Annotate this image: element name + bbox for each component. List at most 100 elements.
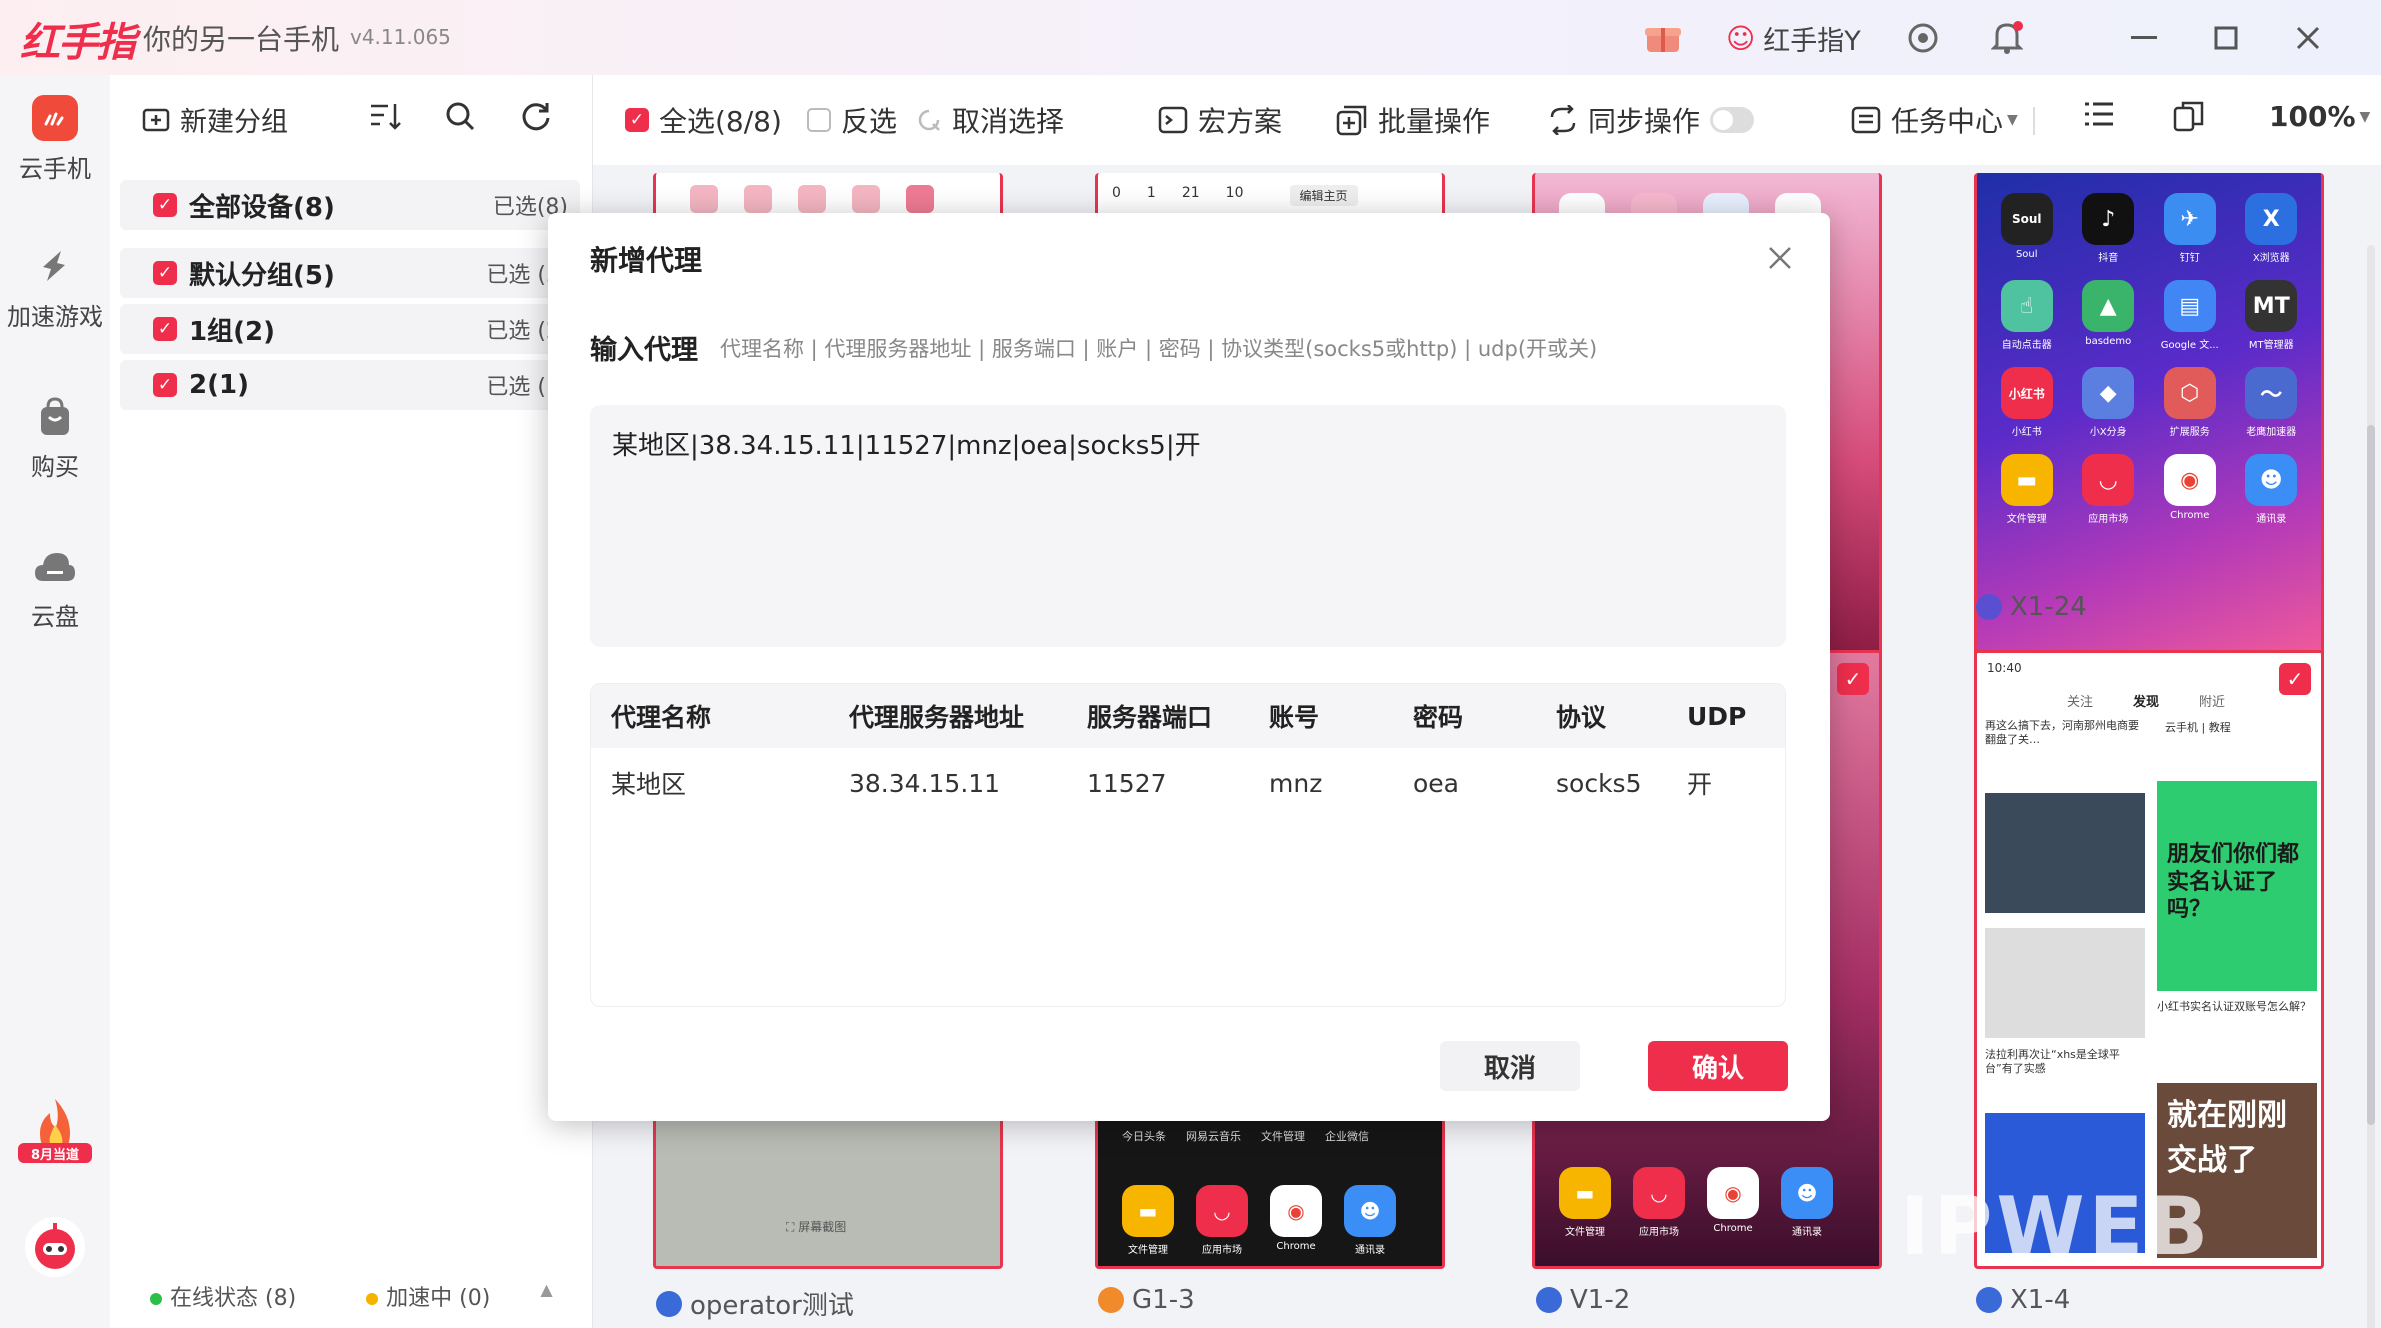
phone-thumb-x1-4[interactable]: ✓ 10:40 关注 发现 附近 再这么搞下去，河南那州电商要翻盘了关… 云手机…: [1974, 650, 2324, 1269]
batch-operation-button[interactable]: 批量操作: [1336, 100, 1490, 140]
app-icon: 小红书: [2000, 367, 2053, 419]
search-button[interactable]: [444, 100, 476, 132]
app-logo: 红手指: [20, 20, 136, 66]
checkbox-checked[interactable]: ✓: [153, 261, 177, 285]
feed-image: [1985, 928, 2145, 1038]
profile-stats: 0 1 21 10 编辑主页: [1098, 173, 1442, 218]
dock-app: ◡ 应用市场: [1196, 1185, 1248, 1256]
column-header: 代理名称: [611, 703, 712, 732]
select-all-checkbox[interactable]: ✓ 全选(8/8): [625, 100, 782, 140]
maximize-icon[interactable]: [2208, 18, 2244, 58]
app-tile: ◉ Chrome: [2154, 454, 2226, 525]
contacts-icon: ☻: [1781, 1167, 1833, 1219]
collapse-icon[interactable]: ▲: [540, 1280, 552, 1312]
rail-item-cloud-disk[interactable]: 云盘: [0, 545, 110, 632]
task-center-button[interactable]: 任务中心 ▼: [1851, 100, 2018, 140]
confirm-button[interactable]: 确认: [1648, 1041, 1788, 1091]
rail-item-cloud-phone[interactable]: 云手机: [0, 95, 110, 184]
rail-item-purchase[interactable]: 购买: [0, 395, 110, 482]
android-icon: [1098, 1287, 1124, 1313]
dropdown-caret-icon: ▼: [2007, 112, 2018, 128]
sync-toggle[interactable]: [1710, 107, 1755, 133]
app-name: 文件管理: [1261, 1130, 1305, 1143]
phone-label-g1-3: G1-3: [1098, 1285, 1195, 1315]
checkbox-checked[interactable]: ✓: [153, 193, 177, 217]
left-rail: 云手机 加速游戏 购买 云盘 8月当道: [0, 75, 110, 1328]
title-bar: 红手指 你的另一台手机 v4.11.065 ☺ 红手指Y: [0, 0, 2381, 75]
app-icon: [906, 185, 934, 213]
bell-icon[interactable]: [1987, 18, 2027, 58]
sync-operation-button[interactable]: 同步操作: [1548, 100, 1755, 140]
phone-name: G1-3: [1132, 1285, 1195, 1315]
stat-value: 21: [1181, 185, 1200, 201]
phone-thumb-g1-3[interactable]: 今日头条 网易云音乐 文件管理 企业微信 ▬ 文件管理 ◡ 应用市场 ◉ Chrome…: [1095, 1115, 1445, 1269]
dock-app: ▬ 文件管理: [1559, 1167, 1611, 1238]
chrome-icon: ◉: [1707, 1167, 1759, 1219]
assistant-avatar[interactable]: [0, 1215, 110, 1283]
dock: ▬ 文件管理 ◡ 应用市场 ◉ Chrome ☻ 通讯录: [1122, 1185, 1396, 1256]
group-default[interactable]: ✓ 默认分组(5) 已选 (5: [120, 248, 580, 298]
group-2[interactable]: ✓ 2(1) 已选 (1: [120, 360, 580, 410]
sort-icon: [371, 104, 401, 130]
group-1[interactable]: ✓ 1组(2) 已选 (2: [120, 304, 580, 354]
app-icon: ◆: [2082, 367, 2135, 419]
checkbox-checked[interactable]: ✓: [153, 373, 177, 397]
cancel-select-button[interactable]: 取消选择: [916, 100, 1064, 140]
macro-button[interactable]: 宏方案: [1158, 100, 1282, 140]
app-tile: ✈ 钉钉: [2154, 193, 2226, 264]
list-view-button[interactable]: [2083, 100, 2115, 128]
macro-label: 宏方案: [1198, 105, 1283, 138]
phone-selected-checkbox[interactable]: ✓: [1837, 663, 1869, 695]
sort-button[interactable]: [368, 100, 402, 132]
new-group-button[interactable]: 新建分组: [142, 100, 288, 139]
target-icon[interactable]: [1903, 18, 1943, 58]
cancel-button[interactable]: 取消: [1440, 1041, 1580, 1091]
user-menu[interactable]: ☺ 红手指Y: [1726, 18, 1861, 58]
proxy-input[interactable]: [590, 405, 1786, 647]
table-cell: oea: [1413, 768, 1459, 798]
multi-window-button[interactable]: [2173, 100, 2205, 132]
phone-selected-checkbox[interactable]: ✓: [2279, 663, 2311, 695]
dock-app: ☻ 通讯录: [1344, 1185, 1396, 1256]
app-name: 企业微信: [1325, 1130, 1369, 1143]
dialog-close-button[interactable]: [1768, 239, 1792, 279]
app-name: 文件管理: [2006, 514, 2047, 525]
column-header: 服务器端口: [1087, 703, 1213, 732]
robot-icon: [25, 1217, 85, 1277]
invert-select-checkbox[interactable]: 反选: [807, 100, 897, 140]
screenshot-label: ⛶ 屏幕截图: [786, 1220, 847, 1234]
task-icon: [1851, 106, 1881, 134]
gift-icon[interactable]: [1640, 18, 1686, 58]
user-name: 红手指Y: [1763, 25, 1861, 57]
group-all-devices[interactable]: ✓ 全部设备(8) 已选(8): [120, 180, 580, 230]
app-icon: ♪: [2082, 193, 2135, 245]
checkbox-checked[interactable]: ✓: [153, 317, 177, 341]
search-icon: [446, 102, 475, 131]
app-icon: ▤: [2163, 280, 2216, 332]
app-name: 通讯录: [2256, 514, 2287, 525]
scroll-thumb[interactable]: [2367, 425, 2375, 1125]
app-name-row: 今日头条 网易云音乐 文件管理 企业微信: [1098, 1118, 1442, 1144]
app-tile: X X浏览器: [2236, 193, 2308, 264]
promo-badge[interactable]: 8月当道: [0, 1095, 110, 1165]
rail-item-game-boost[interactable]: 加速游戏: [0, 245, 110, 332]
app-name: 今日头条: [1122, 1130, 1166, 1143]
app-icon: [744, 185, 772, 213]
phone-name: operator测试: [690, 1291, 854, 1321]
stat-value: 1: [1146, 185, 1156, 201]
minimize-icon[interactable]: [2126, 18, 2162, 58]
app-icon: ⬡: [2163, 367, 2216, 419]
scrollbar[interactable]: [2367, 245, 2375, 1328]
phone-name: X1-4: [2010, 1285, 2071, 1315]
rail-label: 云手机: [19, 155, 91, 183]
phone-thumb-operator[interactable]: ⛶ 屏幕截图: [653, 1115, 1003, 1269]
batch-icon: [1336, 105, 1367, 136]
app-tile: ☝ 自动点击器: [1991, 280, 2063, 351]
close-icon[interactable]: [2290, 18, 2326, 58]
android-icon: [1976, 594, 2002, 620]
refresh-button[interactable]: [520, 100, 552, 132]
android-icon: [656, 1290, 682, 1317]
zoom-select[interactable]: 100% ▼: [2269, 100, 2370, 133]
phone-thumb-x1-24[interactable]: Soul Soul ♪ 抖音 ✈ 钉钉 X X浏览器 ☝ 自动点击器 ▲ basdemo ▤ Google…: [1974, 173, 2324, 658]
watermark: IPWEB: [1900, 1180, 2213, 1273]
